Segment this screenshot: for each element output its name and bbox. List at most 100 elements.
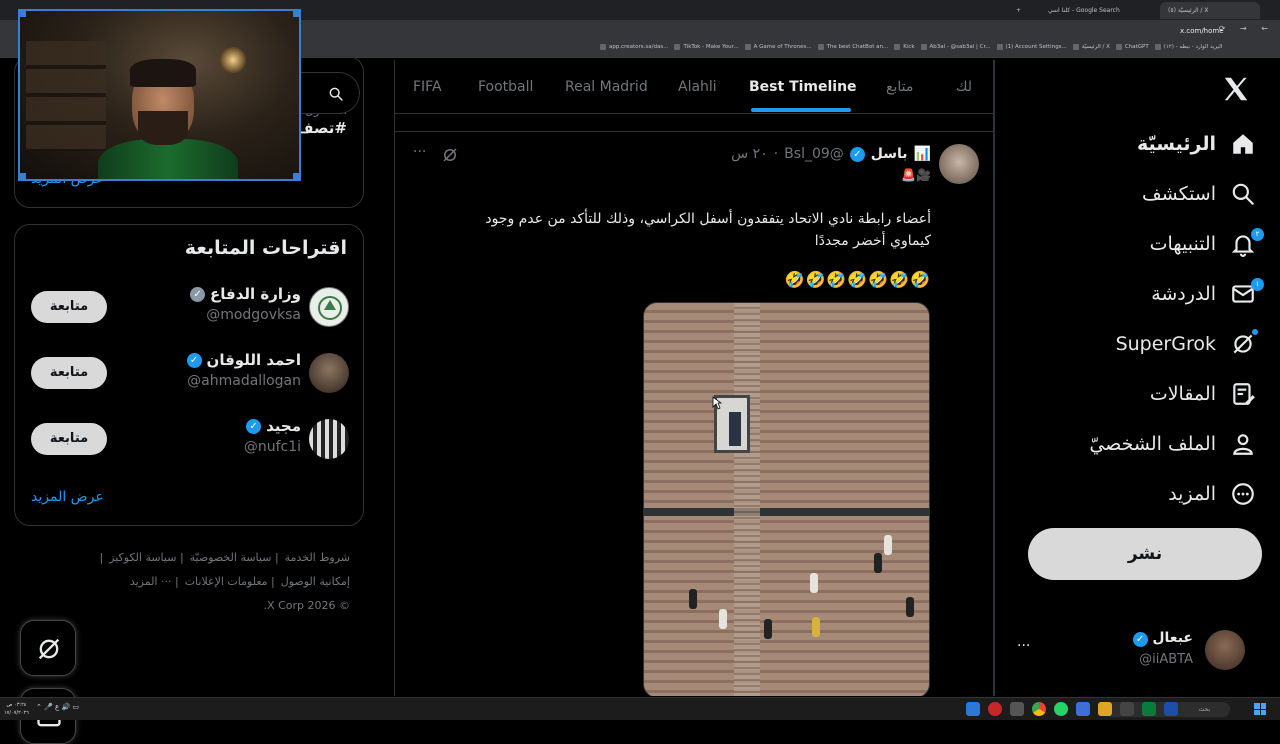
follow-suggestion[interactable]: احمد اللوقان ✓ @ahmadallogan متابعة xyxy=(15,349,365,399)
bookmark-item[interactable]: ChatGPT xyxy=(1115,44,1149,50)
nav-notifications[interactable]: ٢ التنبيهات xyxy=(1149,224,1264,264)
resize-handle[interactable] xyxy=(293,11,299,17)
tab-for-you[interactable]: لك xyxy=(956,60,972,114)
trend-hashtag[interactable]: #تصف xyxy=(296,119,347,137)
verified-icon: ✓ xyxy=(186,352,202,368)
x-logo-icon[interactable] xyxy=(1221,74,1251,104)
tab-real-madrid[interactable]: Real Madrid xyxy=(565,60,648,114)
whatsapp-icon[interactable] xyxy=(1054,702,1068,716)
account-more-icon[interactable]: ··· xyxy=(1017,638,1030,654)
tab-football[interactable]: Football xyxy=(478,60,533,114)
suggestion-name-text: احمد اللوقان xyxy=(206,351,301,369)
tweet[interactable]: 📊 باسل ✓ @Bsl_09 · ٢٠ س 🚨🎥 ··· أعضاء راب… xyxy=(395,132,993,696)
nav-profile[interactable]: الملف الشخصيّ xyxy=(1089,424,1256,464)
tweet-author-name[interactable]: باسل xyxy=(871,146,908,162)
verified-icon: ✓ xyxy=(1132,632,1148,647)
nav-home[interactable]: الرئيسيّة xyxy=(1137,124,1256,164)
follow-suggestion[interactable]: وزارة الدفاع ✓ @modgovksa متابعة xyxy=(15,283,365,333)
resize-handle[interactable] xyxy=(20,173,26,179)
tweet-more-button[interactable]: ··· xyxy=(413,144,426,160)
bookmark-item[interactable]: TikTok - Make Your... xyxy=(674,44,739,50)
tab-fifa[interactable]: FIFA xyxy=(413,60,442,114)
follow-button[interactable]: متابعة xyxy=(31,357,107,389)
webcam-lamp xyxy=(220,47,246,73)
bookmark-item[interactable]: (1) Account Settings... xyxy=(996,44,1067,50)
bookmark-favicon-icon xyxy=(1115,44,1122,50)
nav-articles[interactable]: المقالات xyxy=(1150,374,1256,414)
webcam-overlay[interactable] xyxy=(18,9,301,181)
footer-link[interactable]: معلومات الإعلانات xyxy=(185,575,268,588)
tab-following[interactable]: متابع xyxy=(886,60,913,114)
grok-icon[interactable] xyxy=(441,146,459,164)
nav-explore[interactable]: استكشف xyxy=(1142,174,1256,214)
tweet-time[interactable]: ٢٠ س xyxy=(731,146,768,162)
resize-handle[interactable] xyxy=(20,11,26,17)
avatar xyxy=(309,287,349,327)
bookmark-item[interactable]: Ab3al - @sab3al | Cr... xyxy=(920,44,991,50)
bookmark-favicon-icon xyxy=(817,44,824,50)
resize-handle[interactable] xyxy=(293,173,299,179)
bell-icon: ٢ xyxy=(1230,228,1264,257)
follow-button[interactable]: متابعة xyxy=(31,423,107,455)
taskbar-clock[interactable]: ٠٣:٢٤ ص ١٧/٠٧/٢٠٢٦ xyxy=(4,701,29,717)
start-menu-icon[interactable] xyxy=(1254,703,1266,715)
app-icon[interactable] xyxy=(1010,702,1024,716)
tweet-text: أعضاء رابطة نادي الاتحاد يتفقدون أسفل ال… xyxy=(485,211,931,249)
more-circle-icon xyxy=(1230,481,1256,507)
app-icon[interactable] xyxy=(988,702,1002,716)
bookmark-label: البريد الوارد - نبطه - (١٢) xyxy=(1163,44,1223,50)
bookmark-label: app.creators.sa/das... xyxy=(609,44,669,50)
app-icon[interactable] xyxy=(1076,702,1090,716)
tweet-video[interactable] xyxy=(643,302,930,696)
bookmark-item[interactable]: البريد الوارد - نبطه - (١٢) xyxy=(1154,44,1223,50)
app-icon[interactable] xyxy=(1120,702,1134,716)
suggestion-name: وزارة الدفاع ✓ xyxy=(190,285,301,303)
app-icon[interactable] xyxy=(966,702,980,716)
nav-label: الدردشة xyxy=(1151,283,1216,305)
chrome-icon[interactable] xyxy=(1032,702,1046,716)
browser-tab-x-home[interactable]: (٥) الرئيسيّة / X xyxy=(1160,2,1260,19)
search-input[interactable] xyxy=(296,72,360,114)
timeline-column: FIFA Football Real Madrid Alahli Best Ti… xyxy=(394,60,994,696)
app-icon[interactable] xyxy=(1164,702,1178,716)
avatar[interactable] xyxy=(939,144,979,184)
folder-icon[interactable] xyxy=(1098,702,1112,716)
browser-tab-google-search[interactable]: كلنا اسي - Google Search xyxy=(1040,2,1152,19)
nav-label: الرئيسيّة xyxy=(1137,133,1216,155)
browser-nav-buttons[interactable]: ⟳ → ← xyxy=(1219,24,1274,33)
bookmark-favicon-icon xyxy=(674,44,681,50)
nav-supergrok[interactable]: SuperGrok xyxy=(1116,324,1258,364)
grok-floating-button[interactable] xyxy=(20,620,76,676)
footer-link[interactable]: سياسة الخصوصيّة xyxy=(190,551,272,564)
bookmark-favicon-icon xyxy=(996,44,1003,50)
bookmark-item[interactable]: app.creators.sa/das... xyxy=(600,44,668,50)
follow-suggestion[interactable]: مجيد ✓ @nufc1i متابعة xyxy=(15,415,365,465)
nav-more[interactable]: المزيد xyxy=(1168,474,1256,514)
emblem-icon xyxy=(318,296,342,320)
url-field[interactable]: x.com/home xyxy=(1180,24,1224,38)
footer-link[interactable]: سياسة الكوكيز xyxy=(109,551,176,564)
tab-alahli[interactable]: Alahli xyxy=(678,60,717,114)
account-switcher[interactable]: عبعال ✓ @iiABTA ··· xyxy=(1015,628,1255,672)
webcam-person-beard xyxy=(138,111,188,145)
footer-link[interactable]: ··· المزيد xyxy=(130,575,172,588)
tweet-author-handle[interactable]: @Bsl_09 xyxy=(784,146,844,162)
nav-messages[interactable]: ١ الدردشة xyxy=(1151,274,1264,314)
person-figure xyxy=(689,589,697,609)
tab-best-timeline[interactable]: Best Timeline xyxy=(749,60,857,114)
app-icon[interactable] xyxy=(1142,702,1156,716)
bookmark-item[interactable]: Kick xyxy=(894,44,915,50)
bookmark-item[interactable]: A Game of Thrones... xyxy=(744,44,812,50)
footer-link[interactable]: شروط الخدمة xyxy=(285,551,350,564)
post-button[interactable]: نشر xyxy=(1028,528,1262,580)
follow-button[interactable]: متابعة xyxy=(31,291,107,323)
verified-icon: ✓ xyxy=(849,146,865,162)
nav-label: التنبيهات xyxy=(1149,233,1216,255)
follow-show-more-link[interactable]: عرض المزيد xyxy=(31,489,104,505)
nav-label: المقالات xyxy=(1149,383,1216,405)
footer-link[interactable]: إمكانية الوصول xyxy=(281,575,350,588)
bookmark-item[interactable]: الرئيسيّة / X xyxy=(1072,44,1110,50)
system-tray[interactable]: ⌃ 🎤 ع 🔊 ▭ xyxy=(36,703,79,711)
bookmark-item[interactable]: The best ChatBot an... xyxy=(817,44,888,50)
new-tab-button[interactable]: + xyxy=(1008,2,1024,19)
